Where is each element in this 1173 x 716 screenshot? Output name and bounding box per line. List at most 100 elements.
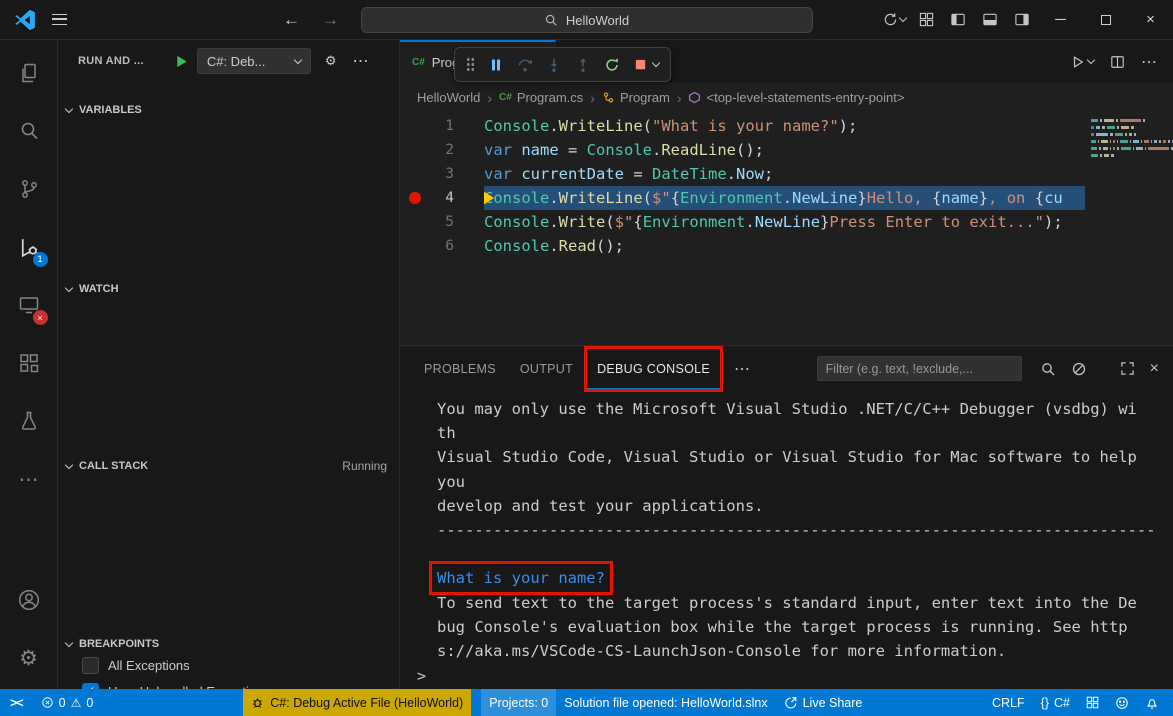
section-variables[interactable]: VARIABLES bbox=[58, 98, 399, 122]
customize-layout-button[interactable] bbox=[910, 0, 942, 39]
sidebar-item-search[interactable] bbox=[5, 102, 53, 160]
symbol-method-icon bbox=[688, 91, 701, 104]
code-line[interactable]: 6Console.Read(); bbox=[400, 234, 1173, 258]
sidebar-item-source-control[interactable] bbox=[5, 160, 53, 218]
accounts-button[interactable] bbox=[5, 571, 53, 629]
code-editor[interactable]: 1 Console.WriteLine("What is your name?")… bbox=[400, 112, 1173, 345]
remote-indicator[interactable]: >< bbox=[0, 689, 33, 716]
gutter[interactable]: 5 bbox=[400, 210, 484, 234]
gutter[interactable]: 1 bbox=[400, 114, 484, 138]
drag-handle[interactable] bbox=[466, 57, 475, 72]
section-call-stack[interactable]: CALL STACK Running bbox=[58, 454, 399, 478]
split-editor-button[interactable] bbox=[1110, 55, 1125, 69]
code-line-text[interactable]: var currentDate = DateTime.Now; bbox=[484, 162, 1085, 186]
code-line-text[interactable]: Console.WriteLine("What is your name?"); bbox=[484, 114, 1085, 138]
debug-console-input[interactable]: > bbox=[400, 663, 1173, 689]
code-line-text[interactable]: var name = Console.ReadLine(); bbox=[484, 138, 1085, 162]
console-filter-input[interactable] bbox=[817, 356, 1022, 381]
code-line[interactable]: 3 var currentDate = DateTime.Now; bbox=[400, 162, 1173, 186]
section-label: WATCH bbox=[79, 283, 119, 295]
window-minimize-button[interactable]: ─ bbox=[1038, 0, 1083, 39]
additional-views-button[interactable]: ⋯ bbox=[5, 450, 53, 508]
gutter[interactable]: 2 bbox=[400, 138, 484, 162]
toggle-sidebar-button[interactable] bbox=[942, 0, 974, 39]
sidebar-item-remote-explorer[interactable]: × bbox=[5, 276, 53, 334]
stop-button[interactable] bbox=[633, 57, 659, 72]
language-mode-indicator[interactable]: {} C# bbox=[1033, 689, 1078, 716]
debug-status-item[interactable]: C#: Debug Active File (HelloWorld) bbox=[243, 689, 471, 716]
settings-gear-button[interactable]: ⚙ bbox=[5, 629, 53, 687]
section-label: CALL STACK bbox=[79, 460, 148, 472]
live-share-item[interactable]: Live Share bbox=[776, 689, 871, 716]
tab-debug-console[interactable]: DEBUG CONSOLE bbox=[587, 349, 720, 389]
layout-grid-icon[interactable] bbox=[1078, 689, 1107, 716]
gutter[interactable]: 4 bbox=[400, 186, 484, 210]
sidebar-item-extensions[interactable] bbox=[5, 334, 53, 392]
views-more-actions-button[interactable]: ⋯ bbox=[353, 51, 369, 71]
code-line[interactable]: 1 Console.WriteLine("What is your name?")… bbox=[400, 114, 1173, 138]
minimap[interactable] bbox=[1085, 114, 1173, 345]
breakpoint-row-all-exceptions[interactable]: ✓ All Exceptions bbox=[58, 654, 399, 676]
maximize-panel-icon[interactable] bbox=[1120, 361, 1135, 376]
find-icon[interactable] bbox=[1040, 361, 1056, 377]
debug-console-output: You may only use the Microsoft Visual St… bbox=[400, 391, 1173, 663]
gutter[interactable]: 3 bbox=[400, 162, 484, 186]
breadcrumb-symbol[interactable]: Program bbox=[602, 90, 670, 105]
sidebar-item-run-and-debug[interactable]: 1 bbox=[5, 218, 53, 276]
notifications-bell-icon[interactable] bbox=[1137, 689, 1167, 716]
breakpoint-dot[interactable] bbox=[409, 192, 421, 204]
window-close-button[interactable]: × bbox=[1128, 0, 1173, 39]
step-into-button[interactable] bbox=[546, 57, 562, 73]
run-file-button[interactable] bbox=[1071, 55, 1094, 69]
section-watch[interactable]: WATCH bbox=[58, 277, 399, 301]
menu-icon[interactable] bbox=[52, 14, 67, 25]
tab-problems[interactable]: PROBLEMS bbox=[414, 349, 506, 389]
sidebar-item-testing[interactable] bbox=[5, 392, 53, 450]
panel-more-tabs-button[interactable]: ⋯ bbox=[724, 359, 760, 379]
breadcrumb-file[interactable]: C# Program.cs bbox=[499, 90, 583, 105]
feedback-smiley-icon[interactable] bbox=[1107, 689, 1137, 716]
projects-status-item[interactable]: Projects: 0 bbox=[481, 689, 556, 716]
tab-output[interactable]: OUTPUT bbox=[510, 349, 583, 389]
window-maximize-button[interactable] bbox=[1083, 0, 1128, 39]
code-line-text[interactable]: Console.WriteLine($"{Environment.NewLine… bbox=[484, 186, 1085, 210]
account-icon bbox=[17, 588, 41, 612]
eol-indicator[interactable]: CRLF bbox=[984, 689, 1033, 716]
toggle-panel-button[interactable] bbox=[974, 0, 1006, 39]
breadcrumb-project[interactable]: HelloWorld bbox=[417, 90, 480, 105]
code-line-text[interactable]: Console.Read(); bbox=[484, 234, 1085, 258]
step-over-button[interactable] bbox=[517, 57, 533, 73]
debug-configuration-dropdown[interactable]: C#: Deb... bbox=[197, 48, 311, 74]
section-breakpoints[interactable]: BREAKPOINTS bbox=[58, 632, 399, 656]
pause-button[interactable] bbox=[488, 57, 504, 73]
gutter[interactable]: 6 bbox=[400, 234, 484, 258]
toggle-secondary-sidebar-button[interactable] bbox=[1006, 0, 1038, 39]
breadcrumb-entry-point[interactable]: <top-level-statements-entry-point> bbox=[688, 90, 904, 105]
sidebar-item-explorer[interactable] bbox=[5, 44, 53, 102]
breakpoint-row-user-unhandled[interactable]: ✓ User-Unhandled Exceptions bbox=[58, 680, 399, 689]
live-share-icon bbox=[784, 696, 798, 710]
configure-launch-icon[interactable]: ⚙ bbox=[325, 53, 337, 69]
more-icon: ⋯ bbox=[19, 467, 39, 492]
line-number: 3 bbox=[445, 162, 454, 186]
close-panel-icon[interactable]: × bbox=[1150, 361, 1159, 377]
editor-more-actions-button[interactable]: ⋯ bbox=[1141, 52, 1157, 72]
restart-button[interactable] bbox=[604, 57, 620, 73]
start-debugging-button[interactable] bbox=[174, 54, 189, 69]
code-line[interactable]: 5Console.Write($"{Environment.NewLine}Pr… bbox=[400, 210, 1173, 234]
checkbox[interactable]: ✓ bbox=[82, 657, 99, 674]
command-center-search[interactable]: HelloWorld bbox=[361, 7, 813, 33]
code-line[interactable]: 2var name = Console.ReadLine(); bbox=[400, 138, 1173, 162]
line-number: 1 bbox=[445, 114, 454, 138]
sync-button[interactable] bbox=[878, 0, 910, 39]
solution-status-item[interactable]: Solution file opened: HelloWorld.slnx bbox=[556, 689, 775, 716]
clear-console-icon[interactable] bbox=[1071, 361, 1087, 377]
problems-status[interactable]: 0 ⚠ 0 bbox=[33, 689, 102, 716]
warning-icon: ⚠ bbox=[71, 697, 82, 709]
code-line[interactable]: 4Console.WriteLine($"{Environment.NewLin… bbox=[400, 186, 1173, 210]
step-out-button[interactable] bbox=[575, 57, 591, 73]
back-button[interactable]: ← bbox=[283, 10, 300, 30]
forward-button[interactable]: → bbox=[322, 10, 339, 30]
code-line-text[interactable]: Console.Write($"{Environment.NewLine}Pre… bbox=[484, 210, 1085, 234]
checkbox[interactable]: ✓ bbox=[82, 683, 99, 690]
